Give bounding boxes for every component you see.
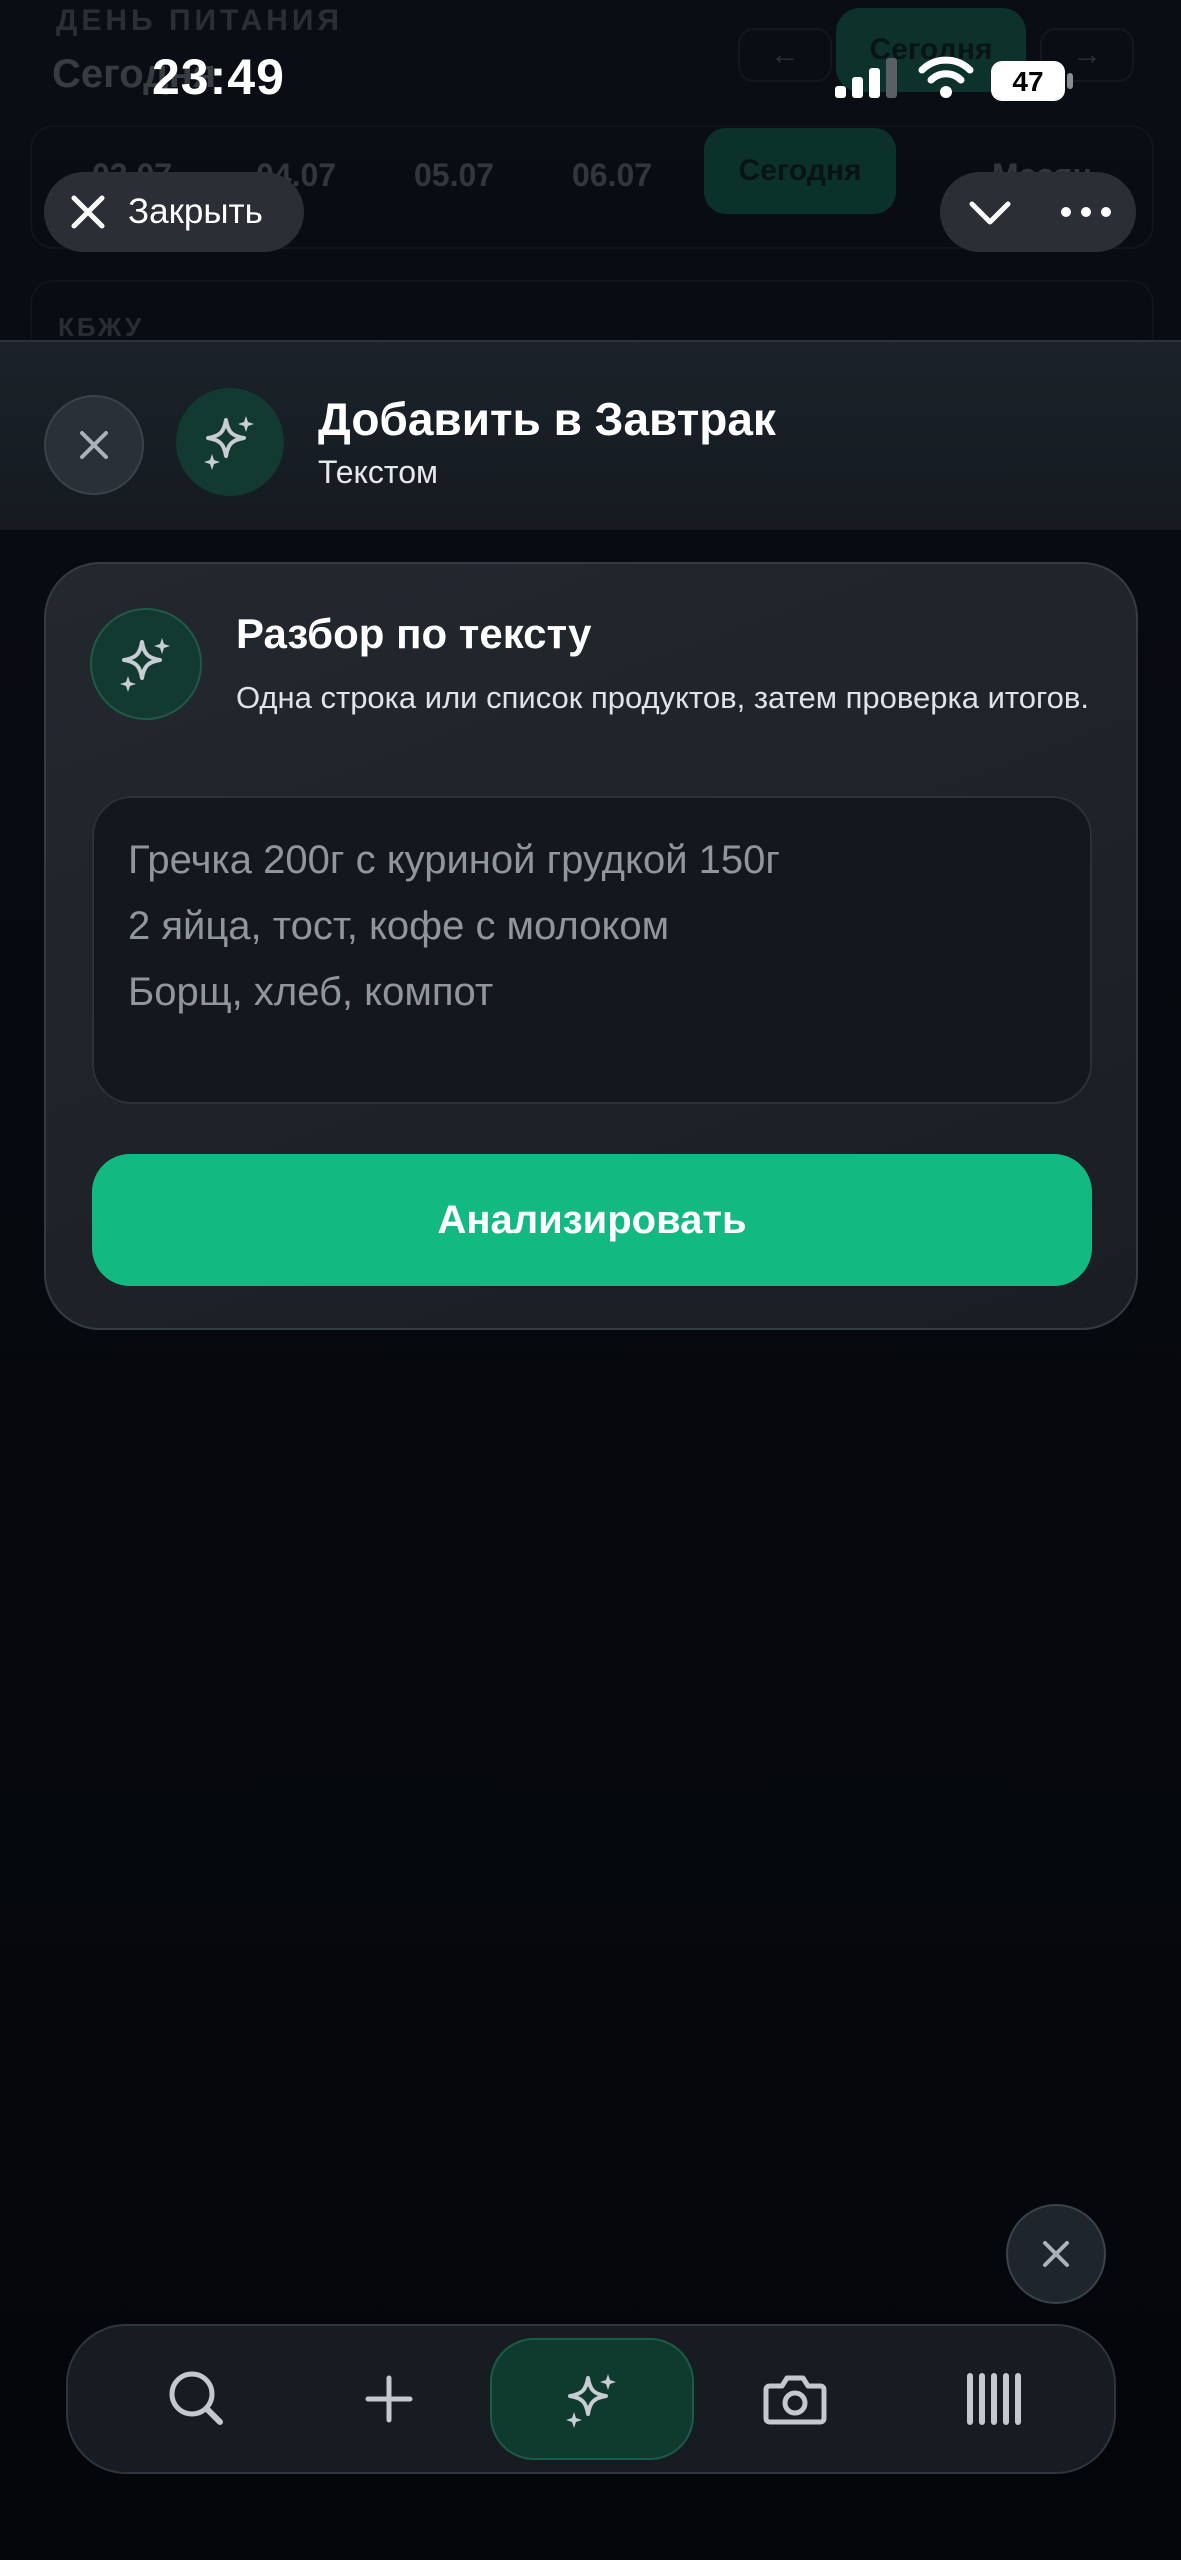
browser-menu-pill [940,172,1136,252]
sparkles-icon [204,416,254,470]
chevron-down-icon[interactable] [966,190,1014,234]
sparkles-icon [566,2374,616,2428]
dismiss-button[interactable] [1006,2204,1106,2304]
sheet-title: Добавить в Завтрак [318,393,776,445]
sheet-close-button[interactable] [44,395,144,495]
placeholder-line: 2 яйца, тост, кофе с молоком [128,904,670,948]
sparkles-badge [176,388,284,496]
sheet-header: Добавить в Завтрак Текстом [0,340,1181,530]
close-button[interactable]: Закрыть [44,172,304,252]
date-item: 06.07 [572,157,653,193]
barcode-icon[interactable] [954,2356,1040,2442]
date-item: 05.07 [414,157,495,193]
close-icon [71,195,105,229]
card-description: Одна строка или список продуктов, затем … [236,680,1089,715]
close-label: Закрыть [128,192,263,231]
status-time: 23:49 [152,49,285,105]
cellular-signal-icon [835,58,897,98]
status-bar: 23:49 47 [0,0,1181,160]
sparkles-badge [90,608,202,720]
placeholder-line: Гречка 200г с куриной грудкой 150г [128,838,780,882]
wifi-icon [918,56,974,98]
kbju-label: КБЖУ [58,312,145,342]
close-icon [80,431,108,459]
close-icon [1043,2241,1069,2267]
card-title: Разбор по тексту [236,610,592,657]
bottom-toolbar [66,2324,1116,2474]
battery-icon: 47 [991,61,1073,101]
food-text-input[interactable]: Гречка 200г с куриной грудкой 150г 2 яйц… [92,796,1092,1104]
more-icon[interactable] [1058,190,1114,234]
sparkles-icon [120,638,170,692]
sheet-subtitle: Текстом [318,454,438,490]
camera-icon[interactable] [752,2356,838,2442]
placeholder-line: Борщ, хлеб, компот [128,970,494,1014]
analyze-button[interactable]: Анализировать [92,1154,1092,1286]
search-icon[interactable] [154,2356,240,2442]
ai-parse-tab[interactable] [490,2338,694,2460]
battery-level: 47 [1012,66,1043,97]
text-parse-card: Разбор по тексту Одна строка или список … [44,562,1138,1330]
plus-icon[interactable] [346,2356,432,2442]
